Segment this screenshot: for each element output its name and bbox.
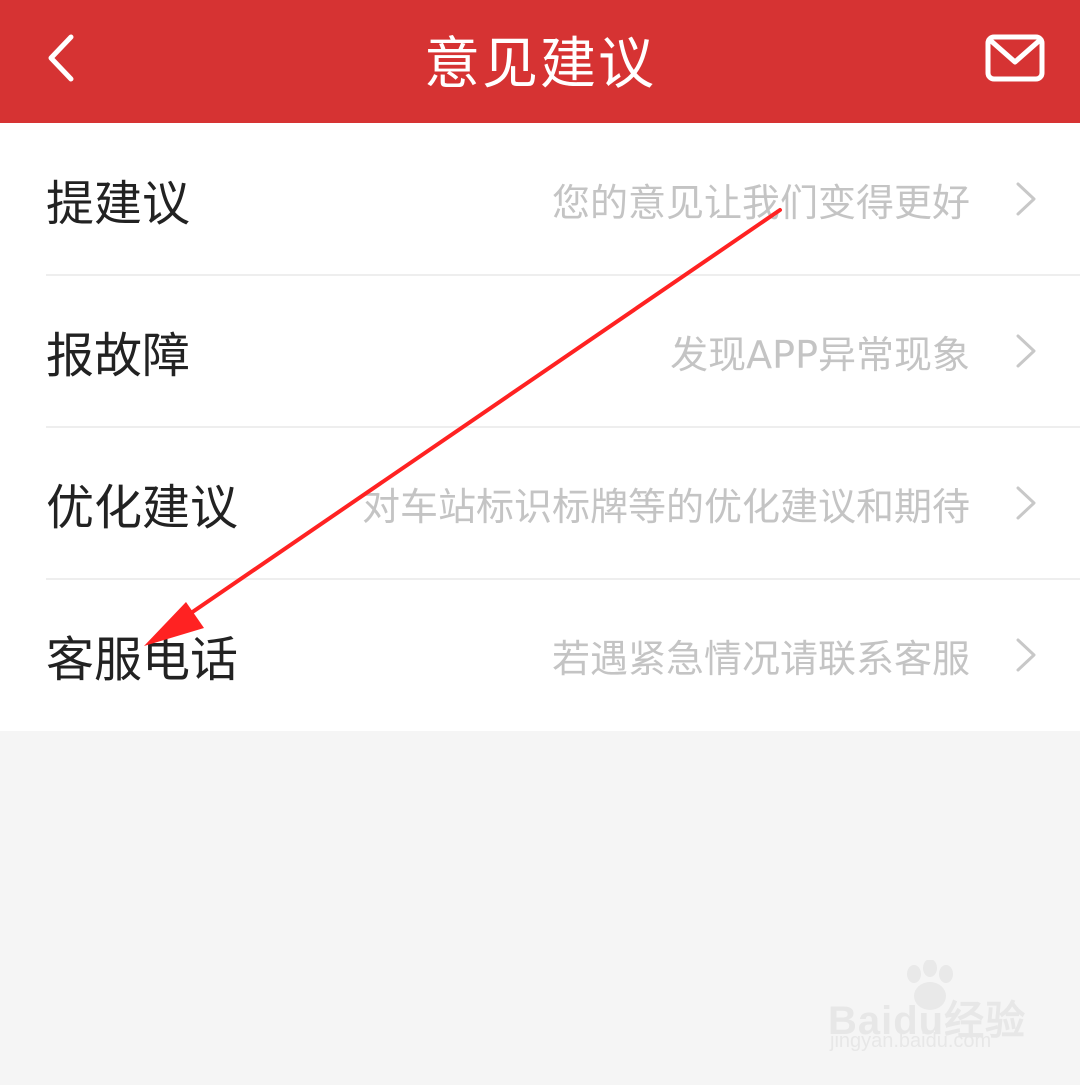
mail-button[interactable] [980,28,1050,88]
chevron-right-icon [1016,182,1036,216]
chevron-right-icon [1016,638,1036,672]
menu-item-description: 对车站标识标牌等的优化建议和期待 [361,484,970,529]
baidu-watermark: Baidu经验 jingyan.baidu.com [828,960,1048,1063]
watermark-url: jingyan.baidu.com [830,1030,992,1052]
header-bar: 意见建议 [0,0,1080,123]
chevron-right-icon [1016,486,1036,520]
page-title: 意见建议 [424,31,656,97]
mail-icon [985,34,1045,82]
menu-item-label: 客服电话 [46,632,239,688]
menu-item-description: 您的意见让我们变得更好 [551,180,970,225]
menu-item-customer-service[interactable]: 客服电话 若遇紧急情况请联系客服 [0,579,1080,731]
menu-item-label: 报故障 [46,328,191,384]
menu-item-description: 发现APP异常现象 [670,332,970,377]
menu-item-description: 若遇紧急情况请联系客服 [551,636,970,681]
menu-list: 提建议 您的意见让我们变得更好 报故障 发现APP异常现象 优化建议 对车站标识… [0,123,1080,731]
menu-item-optimization[interactable]: 优化建议 对车站标识标牌等的优化建议和期待 [0,427,1080,579]
menu-item-label: 提建议 [46,176,191,232]
menu-item-report-fault[interactable]: 报故障 发现APP异常现象 [0,275,1080,427]
chevron-right-icon [1016,334,1036,368]
menu-item-suggestion[interactable]: 提建议 您的意见让我们变得更好 [0,123,1080,275]
menu-item-label: 优化建议 [46,480,239,536]
